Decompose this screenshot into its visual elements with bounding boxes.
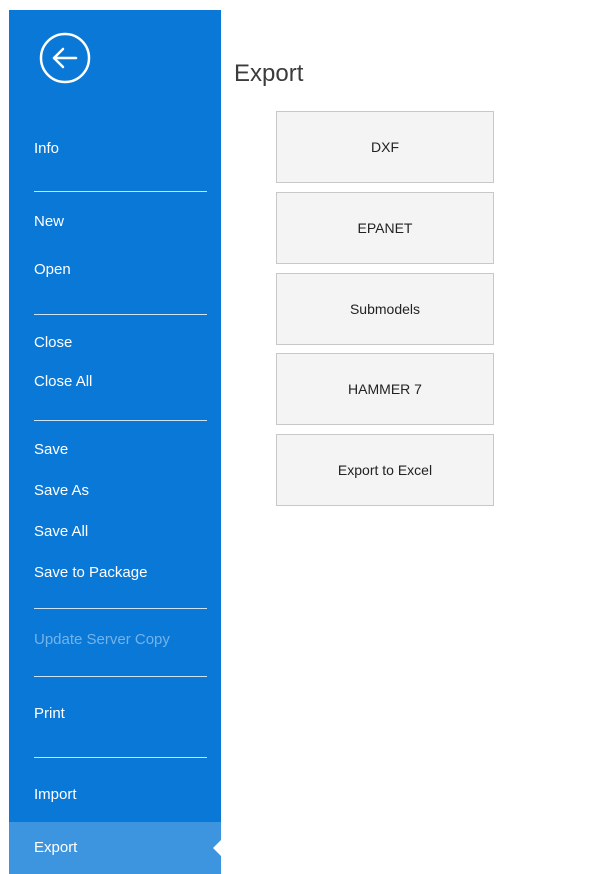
back-button[interactable] <box>38 31 92 85</box>
nav-item-save[interactable]: Save <box>9 433 221 467</box>
nav-item-close-all[interactable]: Close All <box>9 365 221 399</box>
separator <box>34 676 207 677</box>
separator <box>34 314 207 315</box>
nav-item-close[interactable]: Close <box>9 326 221 360</box>
nav-item-save-as[interactable]: Save As <box>9 474 221 508</box>
separator <box>34 191 207 192</box>
export-to-excel-button[interactable]: Export to Excel <box>276 434 494 506</box>
backstage-sidebar: Info New Open Close Close All Save Save … <box>9 10 221 874</box>
page-title: Export <box>234 60 304 87</box>
nav-item-export-label: Export <box>34 839 78 856</box>
separator <box>34 608 207 609</box>
nav-item-save-all[interactable]: Save All <box>9 515 221 549</box>
nav-item-new[interactable]: New <box>9 205 221 239</box>
nav-item-info[interactable]: Info <box>9 132 221 166</box>
nav-item-save-to-package[interactable]: Save to Package <box>9 556 221 590</box>
nav-item-print[interactable]: Print <box>9 697 221 731</box>
nav-item-import[interactable]: Import <box>9 778 221 812</box>
export-dxf-button[interactable]: DXF <box>276 111 494 183</box>
separator <box>34 420 207 421</box>
active-indicator <box>213 840 221 856</box>
nav-item-open[interactable]: Open <box>9 253 221 287</box>
back-arrow-circle-icon <box>39 32 91 84</box>
export-hammer-7-button[interactable]: HAMMER 7 <box>276 353 494 425</box>
nav-item-update-server-copy: Update Server Copy <box>34 631 170 648</box>
nav-item-export[interactable]: Export <box>9 822 221 874</box>
export-submodels-button[interactable]: Submodels <box>276 273 494 345</box>
export-epanet-button[interactable]: EPANET <box>276 192 494 264</box>
separator <box>34 757 207 758</box>
